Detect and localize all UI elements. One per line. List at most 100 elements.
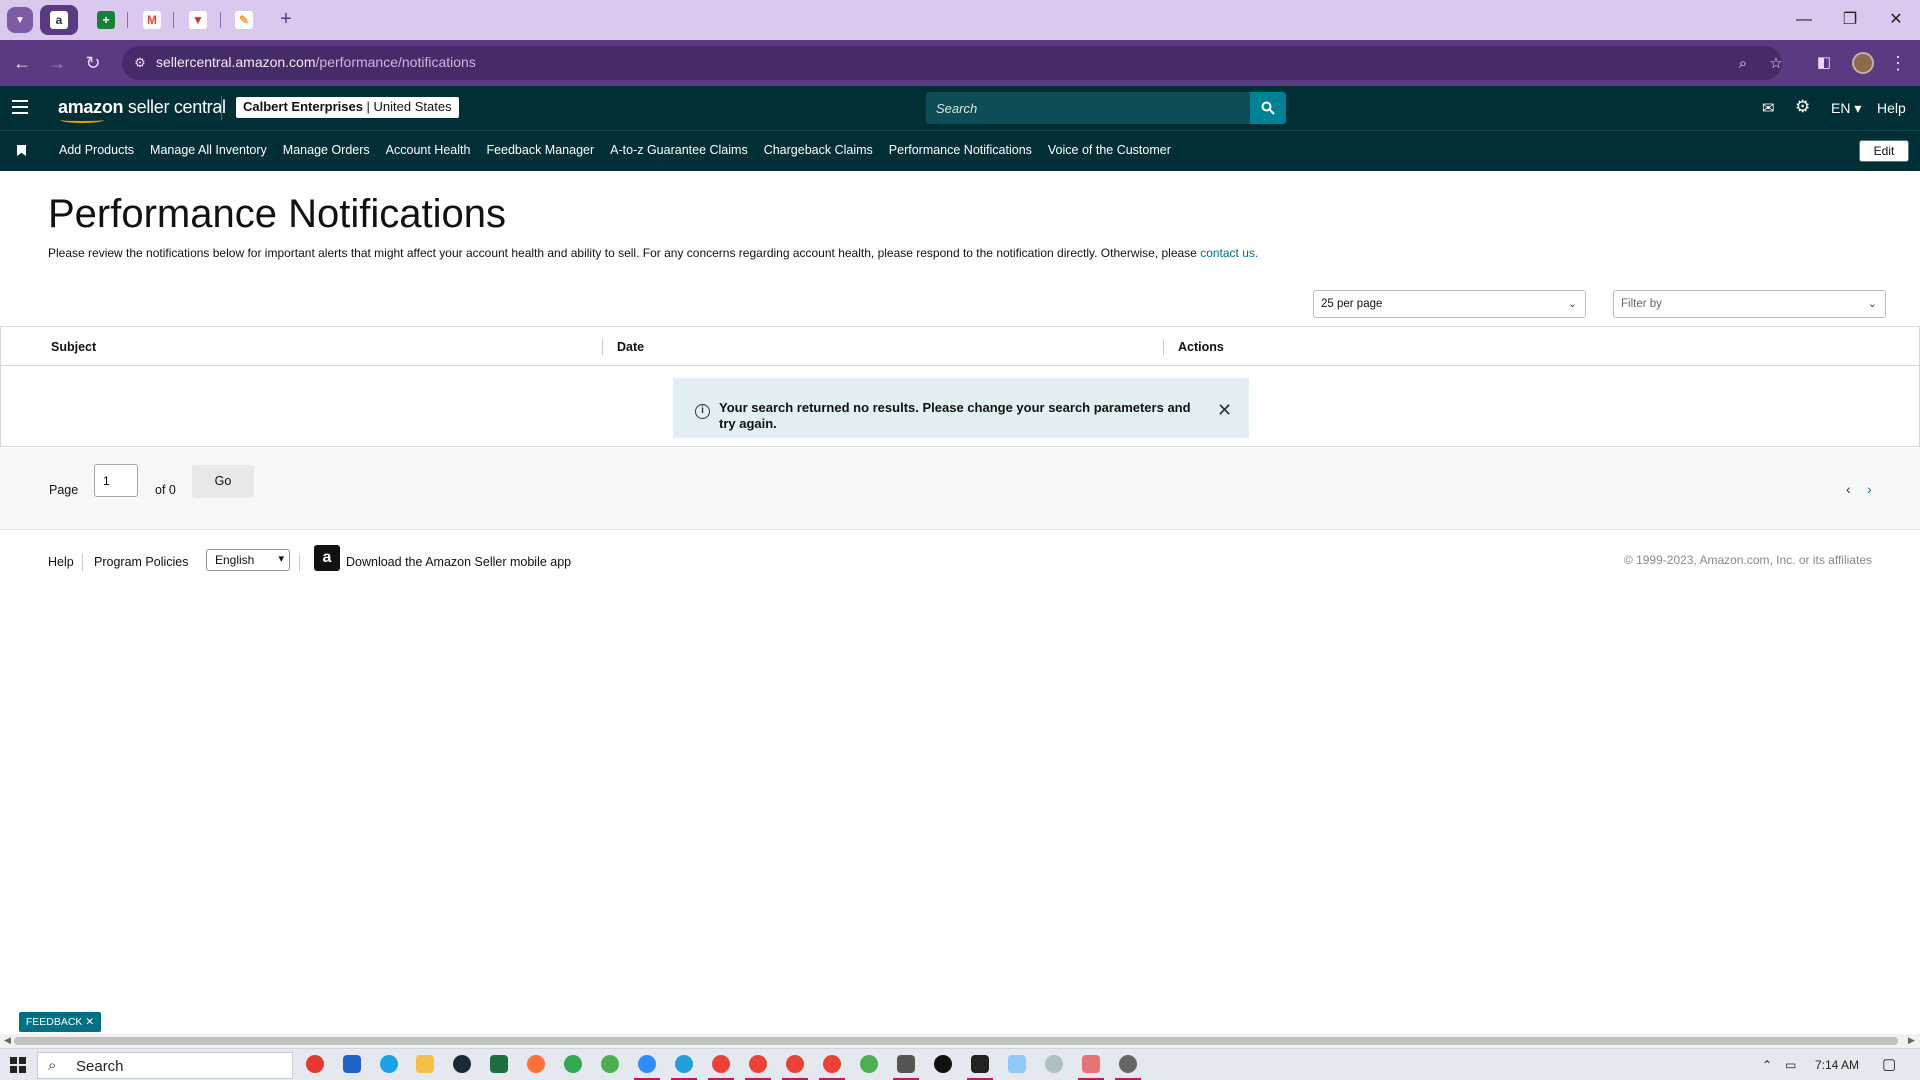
- chrome-icon[interactable]: [601, 1055, 619, 1073]
- address-bar[interactable]: ⚙ sellercentral.amazon.com/performance/n…: [122, 46, 1783, 80]
- bookmark-star-icon[interactable]: ☆: [1766, 54, 1786, 74]
- search-input[interactable]: [926, 92, 1250, 124]
- nav-link-chargeback-claims[interactable]: Chargeback Claims: [764, 143, 873, 157]
- filter-select[interactable]: Filter by ⌄: [1613, 290, 1886, 318]
- battery-icon[interactable]: ▭: [1785, 1058, 1796, 1072]
- footer-help-link[interactable]: Help: [48, 555, 74, 569]
- restore-icon[interactable]: ❐: [1830, 8, 1870, 32]
- close-alert-icon[interactable]: ✕: [1217, 400, 1232, 421]
- app-icon[interactable]: [934, 1055, 952, 1073]
- steam-icon[interactable]: [453, 1055, 471, 1073]
- tab-sheets[interactable]: +: [90, 5, 122, 35]
- minimize-icon[interactable]: —: [1784, 8, 1824, 32]
- contact-us-link[interactable]: contact us.: [1200, 246, 1258, 260]
- chrome-icon[interactable]: [860, 1055, 878, 1073]
- windows-start-icon[interactable]: [10, 1057, 26, 1073]
- account-switcher[interactable]: Calbert Enterprises | United States: [236, 97, 459, 118]
- horizontal-scrollbar[interactable]: ◀ ▶: [0, 1034, 1920, 1048]
- scroll-left-icon[interactable]: ◀: [4, 1035, 11, 1046]
- app-icon[interactable]: [306, 1055, 324, 1073]
- telegram-icon[interactable]: [675, 1055, 693, 1073]
- file-explorer-icon[interactable]: [416, 1055, 434, 1073]
- tab-separator: [220, 12, 221, 28]
- back-icon[interactable]: ←: [10, 51, 34, 75]
- chrome-icon[interactable]: [786, 1055, 804, 1073]
- nav-link-manage-inventory[interactable]: Manage All Inventory: [150, 143, 267, 157]
- feedback-button[interactable]: FEEDBACK ✕: [19, 1012, 101, 1032]
- settings-icon[interactable]: [1119, 1055, 1137, 1073]
- page-number-input[interactable]: [94, 464, 138, 497]
- forward-icon[interactable]: →: [45, 51, 69, 75]
- app-icon[interactable]: [1045, 1055, 1063, 1073]
- tab-pencil-app[interactable]: ✎: [228, 5, 260, 35]
- program-policies-link[interactable]: Program Policies: [94, 555, 188, 569]
- search-button[interactable]: [1250, 92, 1286, 124]
- site-info-icon[interactable]: ⚙: [132, 55, 148, 71]
- tray-chevron-icon[interactable]: ⌃: [1762, 1058, 1772, 1072]
- sticky-notes-icon[interactable]: [971, 1055, 989, 1073]
- app-icon[interactable]: [343, 1055, 361, 1073]
- tab-gmail[interactable]: M: [136, 5, 168, 35]
- mail-icon[interactable]: ✉: [1762, 99, 1775, 117]
- column-header-actions: Actions: [1178, 340, 1224, 354]
- url-text[interactable]: sellercentral.amazon.com/performance/not…: [156, 54, 476, 70]
- download-app-link[interactable]: Download the Amazon Seller mobile app: [346, 555, 571, 569]
- taskbar-search[interactable]: ⌕ Search: [37, 1052, 293, 1079]
- scrollbar-thumb[interactable]: [14, 1037, 1898, 1045]
- chrome-icon[interactable]: [749, 1055, 767, 1073]
- excel-icon[interactable]: [490, 1055, 508, 1073]
- todoist-favicon-icon: ▼: [189, 11, 207, 29]
- nav-link-feedback-manager[interactable]: Feedback Manager: [486, 143, 594, 157]
- nav-link-manage-orders[interactable]: Manage Orders: [283, 143, 370, 157]
- app-icon[interactable]: [1008, 1055, 1026, 1073]
- nav-link-account-health[interactable]: Account Health: [386, 143, 471, 157]
- zoom-app-icon[interactable]: [638, 1055, 656, 1073]
- edge-icon[interactable]: [380, 1055, 398, 1073]
- profile-avatar[interactable]: [1852, 52, 1874, 74]
- chrome-icon[interactable]: [823, 1055, 841, 1073]
- close-icon[interactable]: ✕: [85, 1016, 94, 1028]
- nav-link-a-to-z-claims[interactable]: A-to-z Guarantee Claims: [610, 143, 748, 157]
- column-header-date[interactable]: Date: [617, 340, 644, 354]
- app-icon[interactable]: [1082, 1055, 1100, 1073]
- browser-menu-icon[interactable]: ⋮: [1886, 51, 1910, 75]
- nav-link-add-products[interactable]: Add Products: [59, 143, 134, 157]
- help-link[interactable]: Help: [1877, 100, 1906, 116]
- language-selector[interactable]: EN ▾: [1831, 100, 1861, 117]
- calculator-icon[interactable]: [897, 1055, 915, 1073]
- taskbar-clock[interactable]: 7:14 AM: [1815, 1058, 1859, 1072]
- previous-page-icon[interactable]: ‹: [1846, 481, 1851, 497]
- bookmark-icon[interactable]: [17, 145, 26, 156]
- footer-divider: [299, 554, 300, 571]
- new-tab-button[interactable]: +: [274, 8, 298, 32]
- nav-link-voice-of-customer[interactable]: Voice of the Customer: [1048, 143, 1171, 157]
- close-window-icon[interactable]: ✕: [1876, 8, 1916, 32]
- page-footer: Help Program Policies English ▾ a Downloa…: [0, 542, 1920, 582]
- settings-gear-icon[interactable]: ⚙: [1795, 97, 1810, 116]
- amazon-seller-app-icon[interactable]: a: [314, 545, 340, 571]
- hamburger-menu-icon[interactable]: [12, 100, 28, 114]
- tab-amazon[interactable]: a: [40, 5, 78, 35]
- tab-todoist[interactable]: ▼: [182, 5, 214, 35]
- next-page-icon[interactable]: ›: [1867, 481, 1872, 497]
- tab-search-dropdown-icon[interactable]: ▼: [7, 7, 33, 33]
- search-icon: [1261, 101, 1275, 115]
- nav-link-performance-notifications[interactable]: Performance Notifications: [889, 143, 1032, 157]
- chrome-icon[interactable]: [564, 1055, 582, 1073]
- go-button[interactable]: Go: [192, 465, 254, 498]
- tab-separator: [127, 12, 128, 28]
- side-panel-icon[interactable]: ◧: [1812, 51, 1836, 75]
- notifications-icon[interactable]: ▢: [1882, 1055, 1896, 1073]
- header-search: [926, 92, 1286, 124]
- chrome-icon[interactable]: [712, 1055, 730, 1073]
- per-page-select[interactable]: 25 per page ⌄: [1313, 290, 1586, 318]
- reload-icon[interactable]: ↻: [81, 51, 105, 75]
- scroll-right-icon[interactable]: ▶: [1908, 1035, 1915, 1046]
- column-header-subject[interactable]: Subject: [51, 340, 96, 354]
- amazon-seller-central-logo[interactable]: amazon seller central: [58, 97, 226, 123]
- firefox-icon[interactable]: [527, 1055, 545, 1073]
- edit-nav-button[interactable]: Edit: [1859, 140, 1909, 162]
- footer-language-select[interactable]: English ▾: [206, 549, 290, 571]
- zoom-icon[interactable]: ⌕: [1733, 54, 1753, 74]
- page-label: Page: [49, 483, 79, 497]
